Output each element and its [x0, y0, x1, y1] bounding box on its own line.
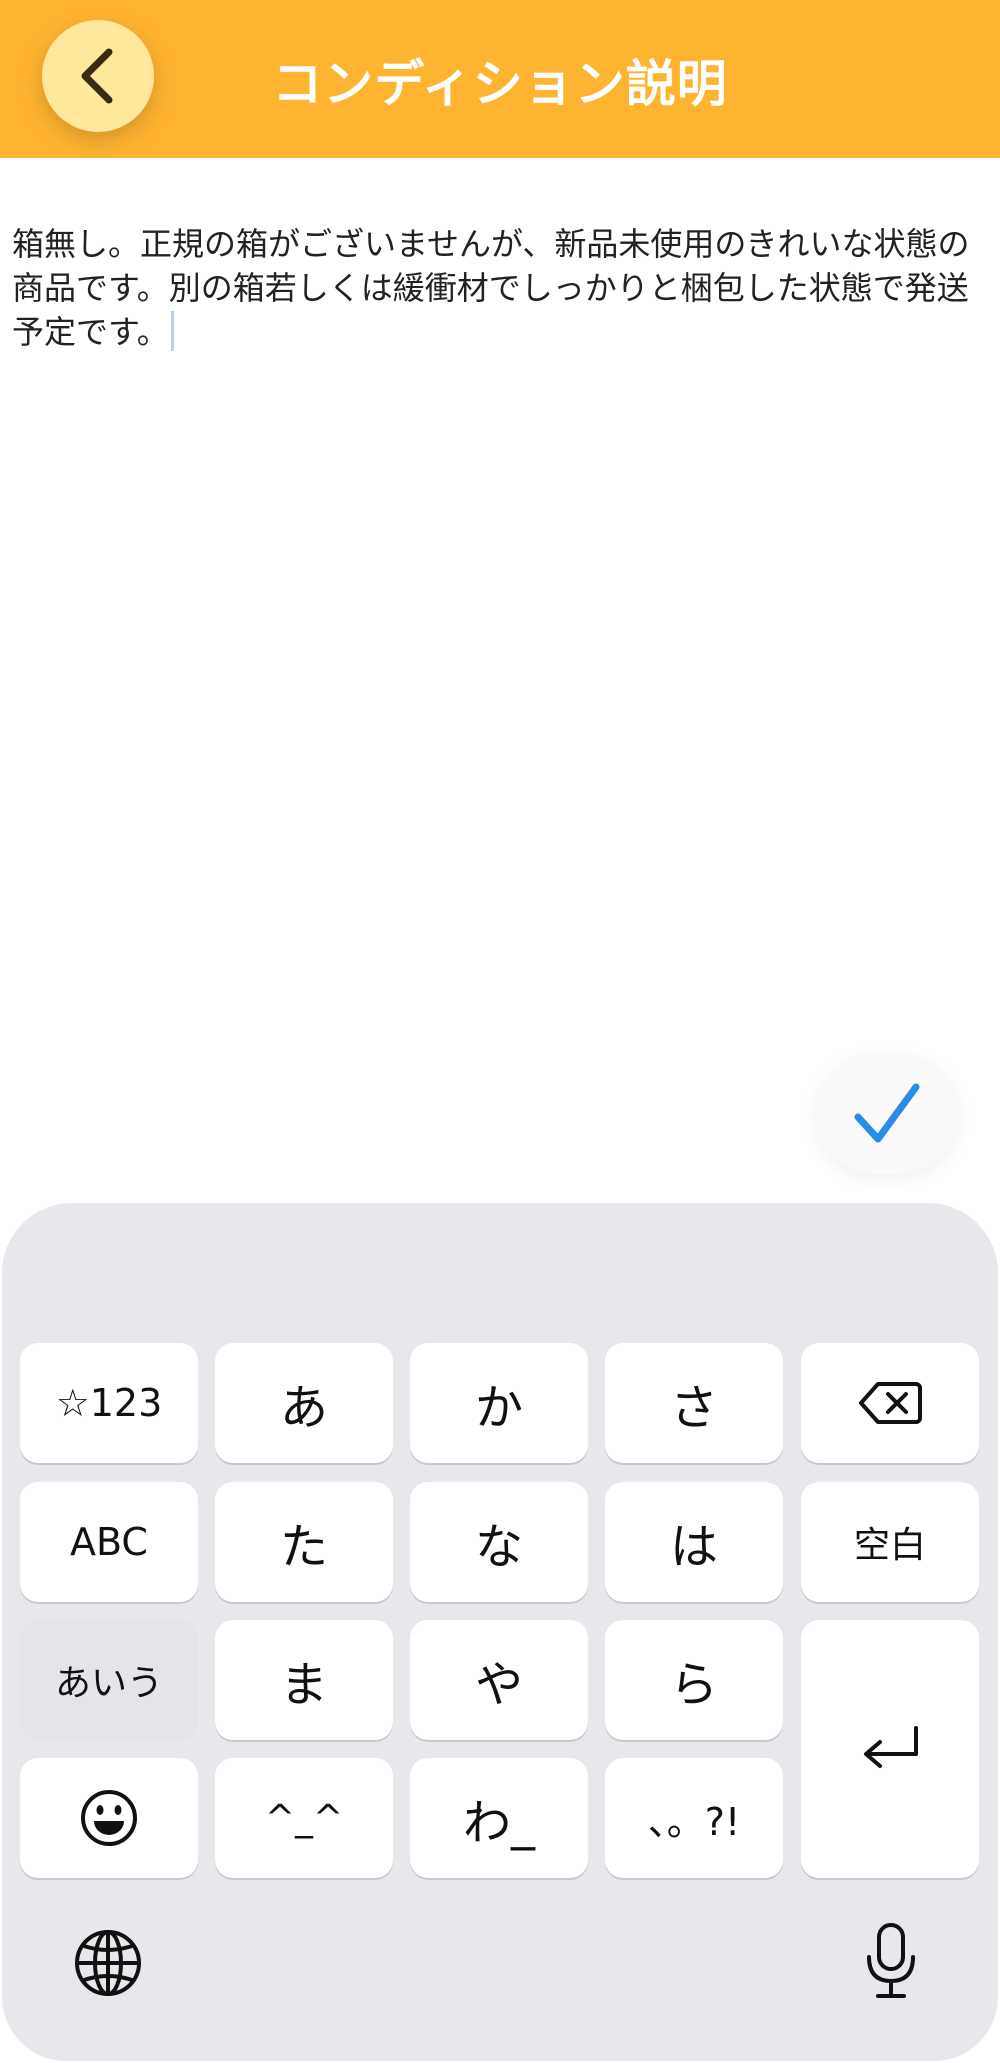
delete-key[interactable]	[801, 1343, 979, 1463]
condition-text: 箱無し。正規の箱がございませんが、新品未使用のきれいな状態の商品です。別の箱若し…	[12, 225, 970, 351]
key-abc[interactable]: ABC	[20, 1482, 198, 1602]
return-icon	[864, 1726, 918, 1768]
key-sa-label: さ	[669, 1380, 718, 1436]
done-button[interactable]	[816, 1054, 958, 1174]
key-wa[interactable]: わ_	[410, 1758, 588, 1878]
key-ta[interactable]: た	[215, 1482, 393, 1602]
globe-button[interactable]	[72, 1927, 144, 2003]
key-ya[interactable]: や	[410, 1620, 588, 1740]
key-ya-label: や	[474, 1657, 523, 1713]
key-sa[interactable]: さ	[605, 1343, 783, 1463]
key-ra[interactable]: ら	[605, 1620, 783, 1740]
key-kaomoji[interactable]: ^_^	[215, 1758, 393, 1878]
key-punctuation[interactable]: 、。?!	[605, 1758, 783, 1878]
space-key[interactable]: 空白	[801, 1482, 979, 1602]
key-ma-label: ま	[279, 1657, 328, 1713]
keyboard: ☆123 あ か さ ABC た な は 空白 あいう ま や ら ^_^ わ_…	[2, 1203, 998, 2061]
key-ta-label: た	[279, 1519, 328, 1575]
key-ka[interactable]: か	[410, 1343, 588, 1463]
key-a[interactable]: あ	[215, 1343, 393, 1463]
page-title: コンディション説明	[272, 55, 728, 113]
top-bar: コンディション説明	[0, 0, 1000, 158]
microphone-icon	[867, 1923, 915, 1998]
emoji-icon	[81, 1790, 137, 1846]
checkmark-icon	[854, 1083, 920, 1143]
dictation-button[interactable]	[864, 1921, 918, 2005]
key-wa-label: わ_	[462, 1795, 535, 1851]
key-symbols-label: ☆123	[55, 1381, 163, 1425]
condition-text-area[interactable]: 箱無し。正規の箱がございませんが、新品未使用のきれいな状態の商品です。別の箱若し…	[12, 222, 972, 354]
key-ha-label: は	[669, 1519, 718, 1575]
emoji-key[interactable]	[20, 1758, 198, 1878]
key-a-label: あ	[279, 1380, 328, 1436]
key-ra-label: ら	[669, 1657, 718, 1713]
key-na[interactable]: な	[410, 1482, 588, 1602]
backspace-icon	[859, 1382, 922, 1424]
key-abc-label: ABC	[70, 1520, 148, 1564]
key-kana-mode-label: あいう	[54, 1663, 163, 1704]
key-symbols[interactable]: ☆123	[20, 1343, 198, 1463]
return-key[interactable]	[801, 1620, 979, 1878]
key-na-label: な	[474, 1519, 523, 1575]
space-key-label: 空白	[853, 1525, 926, 1566]
key-punctuation-label: 、。?!	[647, 1799, 741, 1844]
key-ka-label: か	[474, 1380, 523, 1436]
key-kaomoji-label: ^_^	[264, 1797, 344, 1839]
globe-icon	[75, 1930, 141, 1996]
key-ha[interactable]: は	[605, 1482, 783, 1602]
key-ma[interactable]: ま	[215, 1620, 393, 1740]
text-caret	[170, 311, 174, 351]
key-kana-mode[interactable]: あいう	[20, 1620, 198, 1740]
